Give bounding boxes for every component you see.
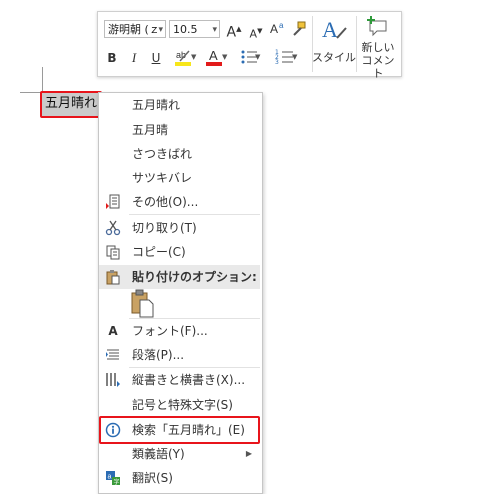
suggestion-item[interactable]: 五月晴 — [99, 118, 260, 142]
font-size-combo[interactable]: 10.5 ▾ — [169, 20, 220, 38]
margin-guide-horizontal — [20, 92, 42, 93]
text-direction-item[interactable]: 縦書きと横書き(X)... — [99, 368, 260, 392]
suggestion-item[interactable]: サツキバレ — [99, 166, 260, 190]
chevron-down-icon[interactable]: ▼ — [191, 47, 196, 67]
bold-button[interactable]: B — [104, 48, 120, 68]
font-size-value: 10.5 — [173, 23, 198, 36]
document-conversion-icon — [105, 194, 121, 210]
new-comment-icon — [367, 16, 387, 37]
grow-font-icon: A — [226, 24, 237, 41]
scissors-icon — [105, 220, 121, 236]
suggestion-label: 五月晴 — [132, 123, 169, 137]
change-case-button[interactable]: A a — [268, 20, 286, 40]
selected-text-highlight-frame — [40, 91, 102, 118]
new-comment-button[interactable] — [366, 15, 390, 37]
font-name-combo[interactable]: 游明朝 (ｚ ▾ — [104, 20, 166, 38]
suggestion-label: さつきばれ — [132, 147, 193, 161]
menu-separator — [129, 214, 260, 215]
paste-clipboard-icon — [131, 289, 154, 318]
chevron-down-icon[interactable]: ▾ — [158, 21, 163, 39]
suggestion-label: サツキバレ — [132, 171, 193, 185]
chevron-down-icon[interactable]: ▼ — [222, 47, 227, 67]
svg-text:3: 3 — [275, 59, 279, 66]
translate-item[interactable]: a字 翻訳(S) — [99, 466, 260, 490]
paste-options-header: 貼り付けのオプション: — [99, 265, 260, 289]
font-item[interactable]: A フォント(F)... — [99, 319, 260, 343]
svg-text:a: a — [279, 21, 284, 30]
other-suggestions-item[interactable]: その他(O)... — [99, 190, 260, 214]
suggestion-label: 五月晴れ — [132, 98, 181, 112]
cut-item[interactable]: 切り取り(T) — [99, 216, 260, 240]
other-suggestions-label: その他(O)... — [132, 195, 199, 209]
font-icon: A — [108, 324, 118, 338]
new-comment-label-line2: コメント — [361, 54, 395, 80]
font-color-button[interactable]: A ▼ — [201, 47, 229, 67]
clipboard-icon — [105, 269, 121, 285]
cut-label: 切り取り(T) — [132, 221, 197, 235]
change-case-icon: A a — [270, 21, 284, 36]
mini-toolbar: 游明朝 (ｚ ▾ 10.5 ▾ A▲ A▼ A a A スタイル 新しい コメン… — [97, 11, 402, 80]
bullets-button[interactable]: ▼ — [234, 47, 264, 67]
paragraph-icon — [105, 347, 121, 363]
grow-font-button[interactable]: A▲ — [226, 19, 242, 41]
margin-guide-vertical — [42, 67, 43, 93]
copy-icon — [105, 244, 121, 260]
paragraph-item[interactable]: 段落(P)... — [99, 343, 260, 367]
symbols-label: 記号と特殊文字(S) — [132, 398, 233, 412]
symbols-item[interactable]: 記号と特殊文字(S) — [99, 393, 260, 417]
underline-button[interactable]: U — [148, 48, 164, 68]
svg-text:A: A — [270, 22, 278, 36]
synonyms-item[interactable]: 類義語(Y) ▶ — [99, 442, 260, 466]
svg-text:字: 字 — [114, 478, 120, 486]
svg-text:a: a — [108, 474, 112, 481]
styles-label[interactable]: スタイル — [312, 51, 356, 64]
shrink-font-button[interactable]: A▼ — [248, 21, 264, 41]
shrink-font-icon: A — [249, 27, 258, 41]
copy-label: コピー(C) — [132, 245, 186, 259]
styles-button[interactable]: A — [320, 16, 348, 42]
new-comment-label[interactable]: 新しい コメント — [357, 41, 399, 80]
svg-text:A: A — [322, 17, 338, 42]
svg-text:A: A — [209, 48, 218, 63]
paste-options-label: 貼り付けのオプション: — [132, 270, 257, 284]
suggestion-item[interactable]: さつきばれ — [99, 142, 260, 166]
text-direction-label: 縦書きと横書き(X)... — [132, 373, 246, 387]
submenu-arrow-icon: ▶ — [245, 449, 252, 458]
chevron-down-icon[interactable]: ▼ — [255, 47, 260, 67]
text-direction-icon — [105, 372, 121, 388]
synonyms-label: 類義語(Y) — [132, 447, 185, 461]
chevron-down-icon[interactable]: ▾ — [212, 21, 217, 39]
translate-icon: a字 — [105, 470, 121, 486]
new-comment-label-line1: 新しい — [361, 41, 395, 54]
font-name-value: 游明朝 (ｚ — [108, 23, 160, 36]
styles-icon: A — [322, 17, 347, 42]
suggestion-item[interactable]: 五月晴れ — [99, 93, 260, 117]
copy-item[interactable]: コピー(C) — [99, 240, 260, 264]
format-painter-button[interactable] — [290, 20, 308, 40]
italic-button[interactable]: I — [126, 48, 142, 68]
translate-label: 翻訳(S) — [132, 471, 173, 485]
highlight-color-button[interactable]: ab ▼ — [170, 47, 198, 67]
search-item-highlight-frame — [99, 416, 260, 444]
format-painter-icon — [293, 21, 306, 36]
paste-keep-source-button[interactable] — [129, 289, 157, 319]
numbering-button[interactable]: 1 2 3 ▼ — [268, 47, 302, 67]
chevron-down-icon[interactable]: ▼ — [292, 47, 297, 67]
paragraph-label: 段落(P)... — [132, 348, 185, 362]
font-label: フォント(F)... — [132, 324, 208, 338]
